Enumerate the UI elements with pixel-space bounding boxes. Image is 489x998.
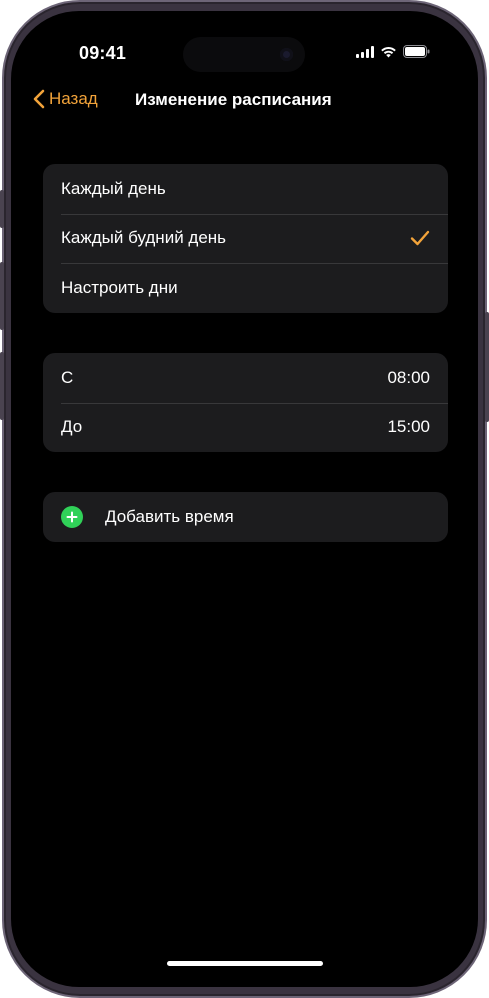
battery-icon <box>403 45 430 58</box>
option-every-day[interactable]: Каждый день <box>43 164 448 214</box>
from-time-value: 08:00 <box>387 367 430 387</box>
to-time-value: 15:00 <box>387 417 430 437</box>
plus-circle-icon <box>61 505 83 528</box>
volume-down-button <box>0 352 4 420</box>
volume-up-button <box>0 262 4 330</box>
back-label: Назад <box>49 89 98 108</box>
time-range-group: С 08:00 До 15:00 <box>43 353 448 452</box>
repeat-options-group: Каждый день Каждый будний день Настроить… <box>43 164 448 313</box>
power-button <box>485 312 489 422</box>
dynamic-island <box>183 37 305 72</box>
chevron-left-icon <box>33 89 45 109</box>
to-label: До <box>61 417 83 437</box>
status-icons <box>356 45 430 58</box>
action-button <box>0 190 4 228</box>
back-button[interactable]: Назад <box>33 89 98 109</box>
checkmark-icon <box>410 230 430 246</box>
from-label: С <box>61 367 74 387</box>
signal-icon <box>356 45 374 58</box>
camera-icon <box>280 48 293 61</box>
option-label: Каждый будний день <box>61 228 227 248</box>
wifi-icon <box>381 46 396 57</box>
add-time-button[interactable]: Добавить время <box>43 492 448 542</box>
screen: 09:41 Назад Изменение расписания Каждый … <box>11 11 478 987</box>
home-indicator[interactable] <box>167 961 323 966</box>
page-title: Изменение расписания <box>135 90 332 109</box>
add-time-label: Добавить время <box>105 506 234 526</box>
to-time-row[interactable]: До 15:00 <box>43 402 448 453</box>
add-time-group: Добавить время <box>43 492 448 542</box>
option-every-weekday[interactable]: Каждый будний день <box>43 213 448 264</box>
status-time: 09:41 <box>79 43 127 63</box>
option-label: Настроить дни <box>61 277 178 297</box>
option-label: Каждый день <box>61 178 166 198</box>
from-time-row[interactable]: С 08:00 <box>43 353 448 403</box>
option-custom-days[interactable]: Настроить дни <box>43 263 448 313</box>
